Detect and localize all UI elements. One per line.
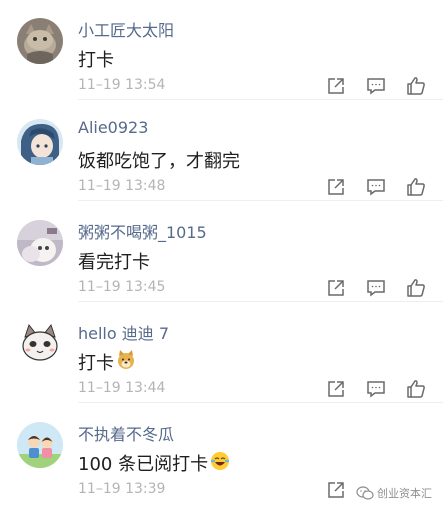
username[interactable]: 小工匠大太阳 [78,17,174,41]
username[interactable]: 不执着不冬瓜 [78,421,174,445]
avatar[interactable] [17,321,63,367]
divider [78,301,443,302]
reply-icon[interactable] [366,379,386,399]
comment-text: 饭都吃饱了，才翻完 [78,151,240,172]
timestamp: 11–19 13:54 [78,77,166,93]
share-icon[interactable] [326,76,346,96]
avatar[interactable] [17,119,63,165]
comment-item: Alie0923 饭都吃饱了，才翻完 11–19 13:48 [0,101,443,201]
timestamp: 11–19 13:48 [78,178,166,194]
comment-text: 打卡 [78,349,136,375]
share-icon[interactable] [326,177,346,197]
divider [78,402,443,403]
watermark: 创业资本汇 [356,485,432,501]
comment-text: 打卡 [78,50,114,71]
comment-item: 小工匠大太阳 打卡 11–19 13:54 [0,0,443,100]
thumbs-up-icon[interactable] [406,278,426,298]
avatar[interactable] [17,18,63,64]
comment-item: hello 迪迪 7 打卡 11–19 13:44 [0,303,443,403]
reply-icon[interactable] [366,278,386,298]
divider [78,200,443,201]
avatar[interactable] [17,422,63,468]
share-icon[interactable] [326,278,346,298]
reply-icon[interactable] [366,177,386,197]
reply-icon[interactable] [366,76,386,96]
thumbs-up-icon[interactable] [406,76,426,96]
comment-text: 看完打卡 [78,252,150,273]
comment-text: 100 条已阅打卡 [78,450,230,476]
thumbs-up-icon[interactable] [406,379,426,399]
comment-item: 粥粥不喝粥_1015 看完打卡 11–19 13:45 [0,202,443,302]
timestamp: 11–19 13:45 [78,279,166,295]
username[interactable]: hello 迪迪 7 [78,320,169,344]
doge-emoji [116,349,136,375]
username[interactable]: Alie0923 [78,118,148,137]
username[interactable]: 粥粥不喝粥_1015 [78,219,207,243]
timestamp: 11–19 13:44 [78,380,166,396]
watermark-text: 创业资本汇 [377,487,432,500]
share-icon[interactable] [326,379,346,399]
thumbs-up-icon[interactable] [406,177,426,197]
wechat-icon [356,486,374,500]
timestamp: 11–19 13:39 [78,481,166,497]
divider [78,99,443,100]
laugh-cry-emoji [210,451,230,476]
avatar[interactable] [17,220,63,266]
share-icon[interactable] [326,480,346,500]
